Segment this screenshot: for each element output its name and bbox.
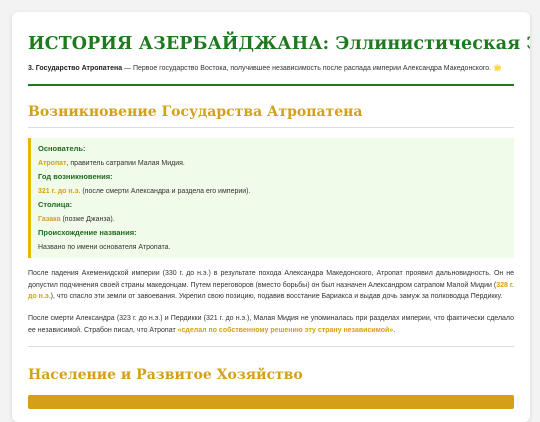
year-label: Год возникновения:	[38, 172, 113, 182]
intro-state-name: Государство Атропатена	[35, 65, 123, 72]
capital-value-line: Газака (позже Джанза).	[38, 215, 506, 224]
founder-value: Атропат, правитель сатрапии Малая Мидия.	[38, 159, 506, 168]
founder-rest: , правитель сатрапии Малая Мидия.	[66, 160, 185, 167]
section-divider	[28, 127, 514, 128]
origin-label: Происхождение названия:	[38, 228, 137, 238]
year-value: 321 г. до н.э.	[38, 188, 81, 196]
para1-before: После падения Ахеменидской империи (330 …	[28, 270, 514, 289]
intro-line: 3. Государство Атропатена — Первое госуд…	[28, 64, 514, 72]
star-icon: 🌟	[493, 65, 502, 72]
intro-number: 3.	[28, 65, 34, 72]
paragraph-2: После смерти Александра (323 г. до н.э.)…	[28, 313, 514, 336]
para2-after: .	[393, 326, 396, 334]
info-box: Основатель: Атропат, правитель сатрапии …	[28, 138, 514, 259]
para1-after: ), что спасло эти земли от завоевания. У…	[50, 293, 503, 301]
section-end-divider	[28, 346, 514, 348]
paragraph-1: После падения Ахеменидской империи (330 …	[28, 268, 514, 303]
capital-rest: (позже Джанза).	[60, 216, 115, 224]
section-banner-bar	[28, 395, 514, 410]
strabo-quote: «сделал по собственному решению эту стра…	[177, 326, 394, 334]
year-value-line: 321 г. до н.э. (после смерти Александра …	[38, 187, 506, 196]
intro-text: — Первое государство Востока, получившее…	[122, 65, 492, 72]
section-title-population: Население и Развитое Хозяйство	[28, 367, 303, 384]
title-divider	[28, 84, 514, 86]
capital-label: Столица:	[38, 200, 73, 210]
founder-name: Атропат	[38, 160, 67, 167]
year-rest: (после смерти Александра и раздела его и…	[80, 188, 251, 196]
founder-label: Основатель:	[38, 144, 86, 153]
article-card: ИСТОРИЯ АЗЕРБАЙДЖАНА: Эллинистическая Эп…	[12, 12, 530, 422]
page-title: ИСТОРИЯ АЗЕРБАЙДЖАНА: Эллинистическая Эп…	[28, 34, 530, 54]
section-title-origin: Возникновение Государства Атропатена	[28, 104, 363, 120]
capital-name: Газака	[38, 216, 61, 224]
origin-value: Названо по имени основателя Атропата.	[38, 244, 171, 252]
